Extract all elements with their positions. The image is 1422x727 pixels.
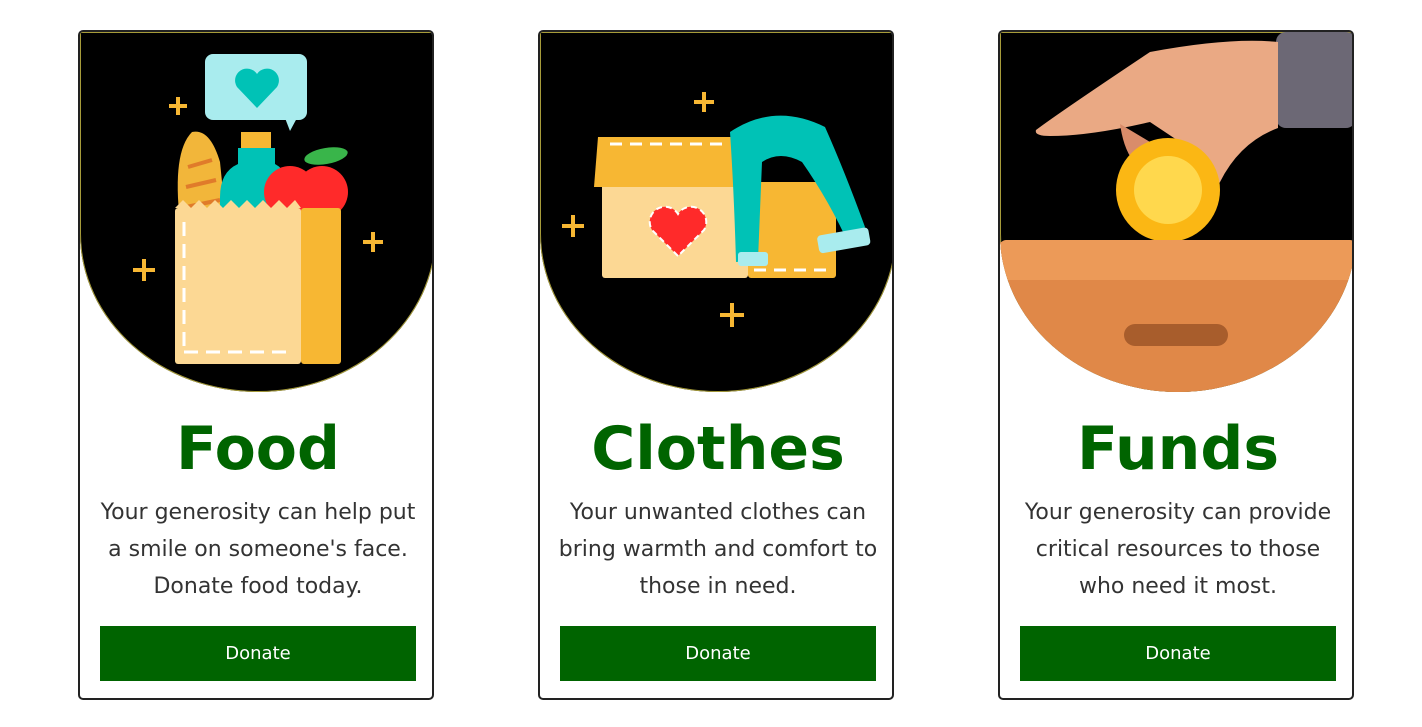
donation-card-food: Food Your generosity can help put a smil… [78, 30, 434, 700]
card-title: Funds [1076, 414, 1280, 484]
coin-donation-icon [1000, 32, 1352, 392]
donate-funds-button[interactable]: Donate [1020, 626, 1336, 681]
clothes-box-icon [562, 92, 871, 327]
donation-card-clothes: Clothes Your unwanted clothes can bring … [538, 30, 894, 700]
card-description: Your generosity can provide critical res… [1024, 500, 1332, 599]
card-title: Food [176, 414, 340, 484]
donate-food-button[interactable]: Donate [100, 626, 416, 681]
food-illustration [80, 32, 432, 392]
donate-clothes-button[interactable]: Donate [560, 626, 876, 681]
funds-illustration [1000, 32, 1352, 392]
grocery-bag-icon [133, 54, 383, 364]
card-title: Clothes [591, 414, 845, 484]
card-description: Your unwanted clothes can bring warmth a… [558, 500, 878, 599]
card-description: Your generosity can help put a smile on … [100, 500, 416, 599]
donation-card-funds: Funds Your generosity can provide critic… [998, 30, 1354, 700]
clothes-illustration [540, 32, 892, 392]
